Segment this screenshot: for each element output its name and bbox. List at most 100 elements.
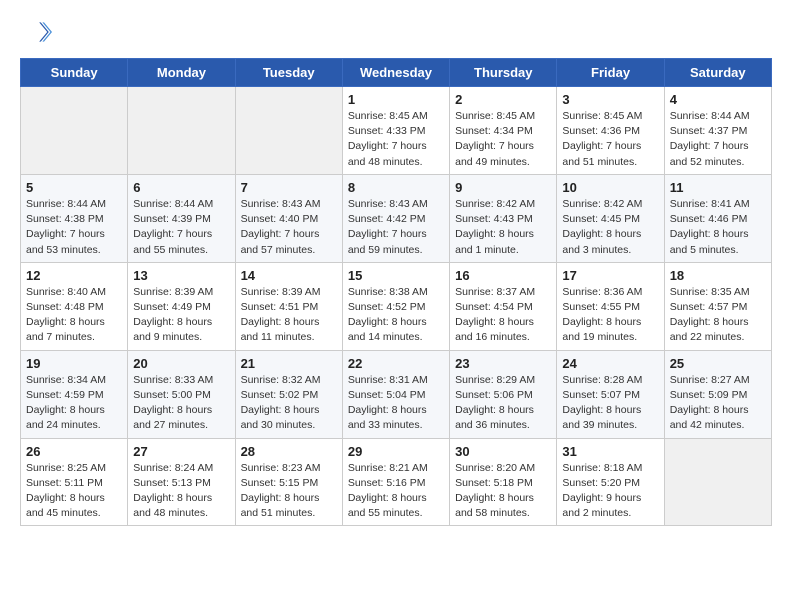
day-info: Sunrise: 8:45 AM Sunset: 4:34 PM Dayligh… [455, 109, 551, 170]
day-info: Sunrise: 8:38 AM Sunset: 4:52 PM Dayligh… [348, 285, 444, 346]
day-number: 28 [241, 444, 337, 459]
day-number: 11 [670, 180, 766, 195]
day-info: Sunrise: 8:39 AM Sunset: 4:51 PM Dayligh… [241, 285, 337, 346]
day-number: 5 [26, 180, 122, 195]
day-info: Sunrise: 8:37 AM Sunset: 4:54 PM Dayligh… [455, 285, 551, 346]
day-info: Sunrise: 8:18 AM Sunset: 5:20 PM Dayligh… [562, 461, 658, 522]
day-of-week-header: Monday [128, 59, 235, 87]
day-info: Sunrise: 8:29 AM Sunset: 5:06 PM Dayligh… [455, 373, 551, 434]
calendar-week-row: 12 Sunrise: 8:40 AM Sunset: 4:48 PM Dayli… [21, 262, 772, 350]
day-info: Sunrise: 8:43 AM Sunset: 4:42 PM Dayligh… [348, 197, 444, 258]
calendar-cell: 21 Sunrise: 8:32 AM Sunset: 5:02 PM Dayli… [235, 350, 342, 438]
calendar-cell: 3 Sunrise: 8:45 AM Sunset: 4:36 PM Daylig… [557, 87, 664, 175]
page: SundayMondayTuesdayWednesdayThursdayFrid… [0, 0, 792, 542]
day-number: 29 [348, 444, 444, 459]
calendar-cell: 31 Sunrise: 8:18 AM Sunset: 5:20 PM Dayli… [557, 438, 664, 526]
day-info: Sunrise: 8:39 AM Sunset: 4:49 PM Dayligh… [133, 285, 229, 346]
day-number: 9 [455, 180, 551, 195]
calendar-cell: 20Sunrise: 8:33 AM Sunset: 5:00 PM Dayli… [128, 350, 235, 438]
day-info: Sunrise: 8:24 AM Sunset: 5:13 PM Dayligh… [133, 461, 229, 522]
calendar-cell: 12 Sunrise: 8:40 AM Sunset: 4:48 PM Dayli… [21, 262, 128, 350]
day-info: Sunrise: 8:43 AM Sunset: 4:40 PM Dayligh… [241, 197, 337, 258]
calendar-cell: 30Sunrise: 8:20 AM Sunset: 5:18 PM Dayli… [450, 438, 557, 526]
calendar-cell: 29 Sunrise: 8:21 AM Sunset: 5:16 PM Dayli… [342, 438, 449, 526]
day-number: 24 [562, 356, 658, 371]
logo-icon [20, 16, 52, 48]
calendar-cell: 27 Sunrise: 8:24 AM Sunset: 5:13 PM Dayli… [128, 438, 235, 526]
day-number: 21 [241, 356, 337, 371]
calendar-week-row: 5 Sunrise: 8:44 AM Sunset: 4:38 PM Daylig… [21, 174, 772, 262]
day-of-week-header: Friday [557, 59, 664, 87]
day-number: 10 [562, 180, 658, 195]
header [20, 16, 772, 48]
day-number: 31 [562, 444, 658, 459]
day-number: 14 [241, 268, 337, 283]
day-of-week-header: Saturday [664, 59, 771, 87]
day-number: 6 [133, 180, 229, 195]
day-info: Sunrise: 8:21 AM Sunset: 5:16 PM Dayligh… [348, 461, 444, 522]
day-of-week-header: Tuesday [235, 59, 342, 87]
calendar-cell: 1 Sunrise: 8:45 AM Sunset: 4:33 PM Daylig… [342, 87, 449, 175]
calendar-header-row: SundayMondayTuesdayWednesdayThursdayFrid… [21, 59, 772, 87]
day-info: Sunrise: 8:42 AM Sunset: 4:45 PM Dayligh… [562, 197, 658, 258]
day-info: Sunrise: 8:45 AM Sunset: 4:36 PM Dayligh… [562, 109, 658, 170]
calendar-cell: 22 Sunrise: 8:31 AM Sunset: 5:04 PM Dayli… [342, 350, 449, 438]
day-number: 1 [348, 92, 444, 107]
day-number: 22 [348, 356, 444, 371]
calendar-cell: 26Sunrise: 8:25 AM Sunset: 5:11 PM Dayli… [21, 438, 128, 526]
calendar-cell: 8Sunrise: 8:43 AM Sunset: 4:42 PM Daylig… [342, 174, 449, 262]
calendar-cell: 9 Sunrise: 8:42 AM Sunset: 4:43 PM Daylig… [450, 174, 557, 262]
day-info: Sunrise: 8:23 AM Sunset: 5:15 PM Dayligh… [241, 461, 337, 522]
day-number: 7 [241, 180, 337, 195]
calendar-cell: 28 Sunrise: 8:23 AM Sunset: 5:15 PM Dayli… [235, 438, 342, 526]
calendar-cell [128, 87, 235, 175]
calendar-cell: 14 Sunrise: 8:39 AM Sunset: 4:51 PM Dayli… [235, 262, 342, 350]
day-info: Sunrise: 8:25 AM Sunset: 5:11 PM Dayligh… [26, 461, 122, 522]
calendar-cell: 25Sunrise: 8:27 AM Sunset: 5:09 PM Dayli… [664, 350, 771, 438]
day-number: 15 [348, 268, 444, 283]
calendar-cell: 11 Sunrise: 8:41 AM Sunset: 4:46 PM Dayli… [664, 174, 771, 262]
day-info: Sunrise: 8:34 AM Sunset: 4:59 PM Dayligh… [26, 373, 122, 434]
day-of-week-header: Sunday [21, 59, 128, 87]
day-number: 4 [670, 92, 766, 107]
calendar-week-row: 26Sunrise: 8:25 AM Sunset: 5:11 PM Dayli… [21, 438, 772, 526]
calendar-cell: 24Sunrise: 8:28 AM Sunset: 5:07 PM Dayli… [557, 350, 664, 438]
calendar-cell: 17Sunrise: 8:36 AM Sunset: 4:55 PM Dayli… [557, 262, 664, 350]
day-info: Sunrise: 8:45 AM Sunset: 4:33 PM Dayligh… [348, 109, 444, 170]
calendar-cell: 10 Sunrise: 8:42 AM Sunset: 4:45 PM Dayli… [557, 174, 664, 262]
calendar-week-row: 19Sunrise: 8:34 AM Sunset: 4:59 PM Dayli… [21, 350, 772, 438]
day-info: Sunrise: 8:44 AM Sunset: 4:39 PM Dayligh… [133, 197, 229, 258]
calendar-cell: 15 Sunrise: 8:38 AM Sunset: 4:52 PM Dayli… [342, 262, 449, 350]
day-info: Sunrise: 8:44 AM Sunset: 4:37 PM Dayligh… [670, 109, 766, 170]
day-info: Sunrise: 8:27 AM Sunset: 5:09 PM Dayligh… [670, 373, 766, 434]
day-info: Sunrise: 8:44 AM Sunset: 4:38 PM Dayligh… [26, 197, 122, 258]
calendar-cell: 18Sunrise: 8:35 AM Sunset: 4:57 PM Dayli… [664, 262, 771, 350]
day-info: Sunrise: 8:20 AM Sunset: 5:18 PM Dayligh… [455, 461, 551, 522]
calendar-cell: 16 Sunrise: 8:37 AM Sunset: 4:54 PM Dayli… [450, 262, 557, 350]
day-info: Sunrise: 8:42 AM Sunset: 4:43 PM Dayligh… [455, 197, 551, 258]
day-number: 2 [455, 92, 551, 107]
logo [20, 16, 56, 48]
calendar-cell: 19Sunrise: 8:34 AM Sunset: 4:59 PM Dayli… [21, 350, 128, 438]
calendar-cell [664, 438, 771, 526]
day-info: Sunrise: 8:41 AM Sunset: 4:46 PM Dayligh… [670, 197, 766, 258]
day-number: 23 [455, 356, 551, 371]
day-number: 18 [670, 268, 766, 283]
day-number: 3 [562, 92, 658, 107]
calendar-cell: 6 Sunrise: 8:44 AM Sunset: 4:39 PM Daylig… [128, 174, 235, 262]
day-info: Sunrise: 8:31 AM Sunset: 5:04 PM Dayligh… [348, 373, 444, 434]
calendar-cell: 2 Sunrise: 8:45 AM Sunset: 4:34 PM Daylig… [450, 87, 557, 175]
calendar-cell: 13Sunrise: 8:39 AM Sunset: 4:49 PM Dayli… [128, 262, 235, 350]
calendar: SundayMondayTuesdayWednesdayThursdayFrid… [20, 58, 772, 526]
calendar-cell [21, 87, 128, 175]
calendar-week-row: 1 Sunrise: 8:45 AM Sunset: 4:33 PM Daylig… [21, 87, 772, 175]
day-number: 27 [133, 444, 229, 459]
day-info: Sunrise: 8:40 AM Sunset: 4:48 PM Dayligh… [26, 285, 122, 346]
day-number: 16 [455, 268, 551, 283]
calendar-cell [235, 87, 342, 175]
day-of-week-header: Thursday [450, 59, 557, 87]
calendar-cell: 7 Sunrise: 8:43 AM Sunset: 4:40 PM Daylig… [235, 174, 342, 262]
calendar-cell: 5 Sunrise: 8:44 AM Sunset: 4:38 PM Daylig… [21, 174, 128, 262]
day-info: Sunrise: 8:32 AM Sunset: 5:02 PM Dayligh… [241, 373, 337, 434]
day-number: 12 [26, 268, 122, 283]
